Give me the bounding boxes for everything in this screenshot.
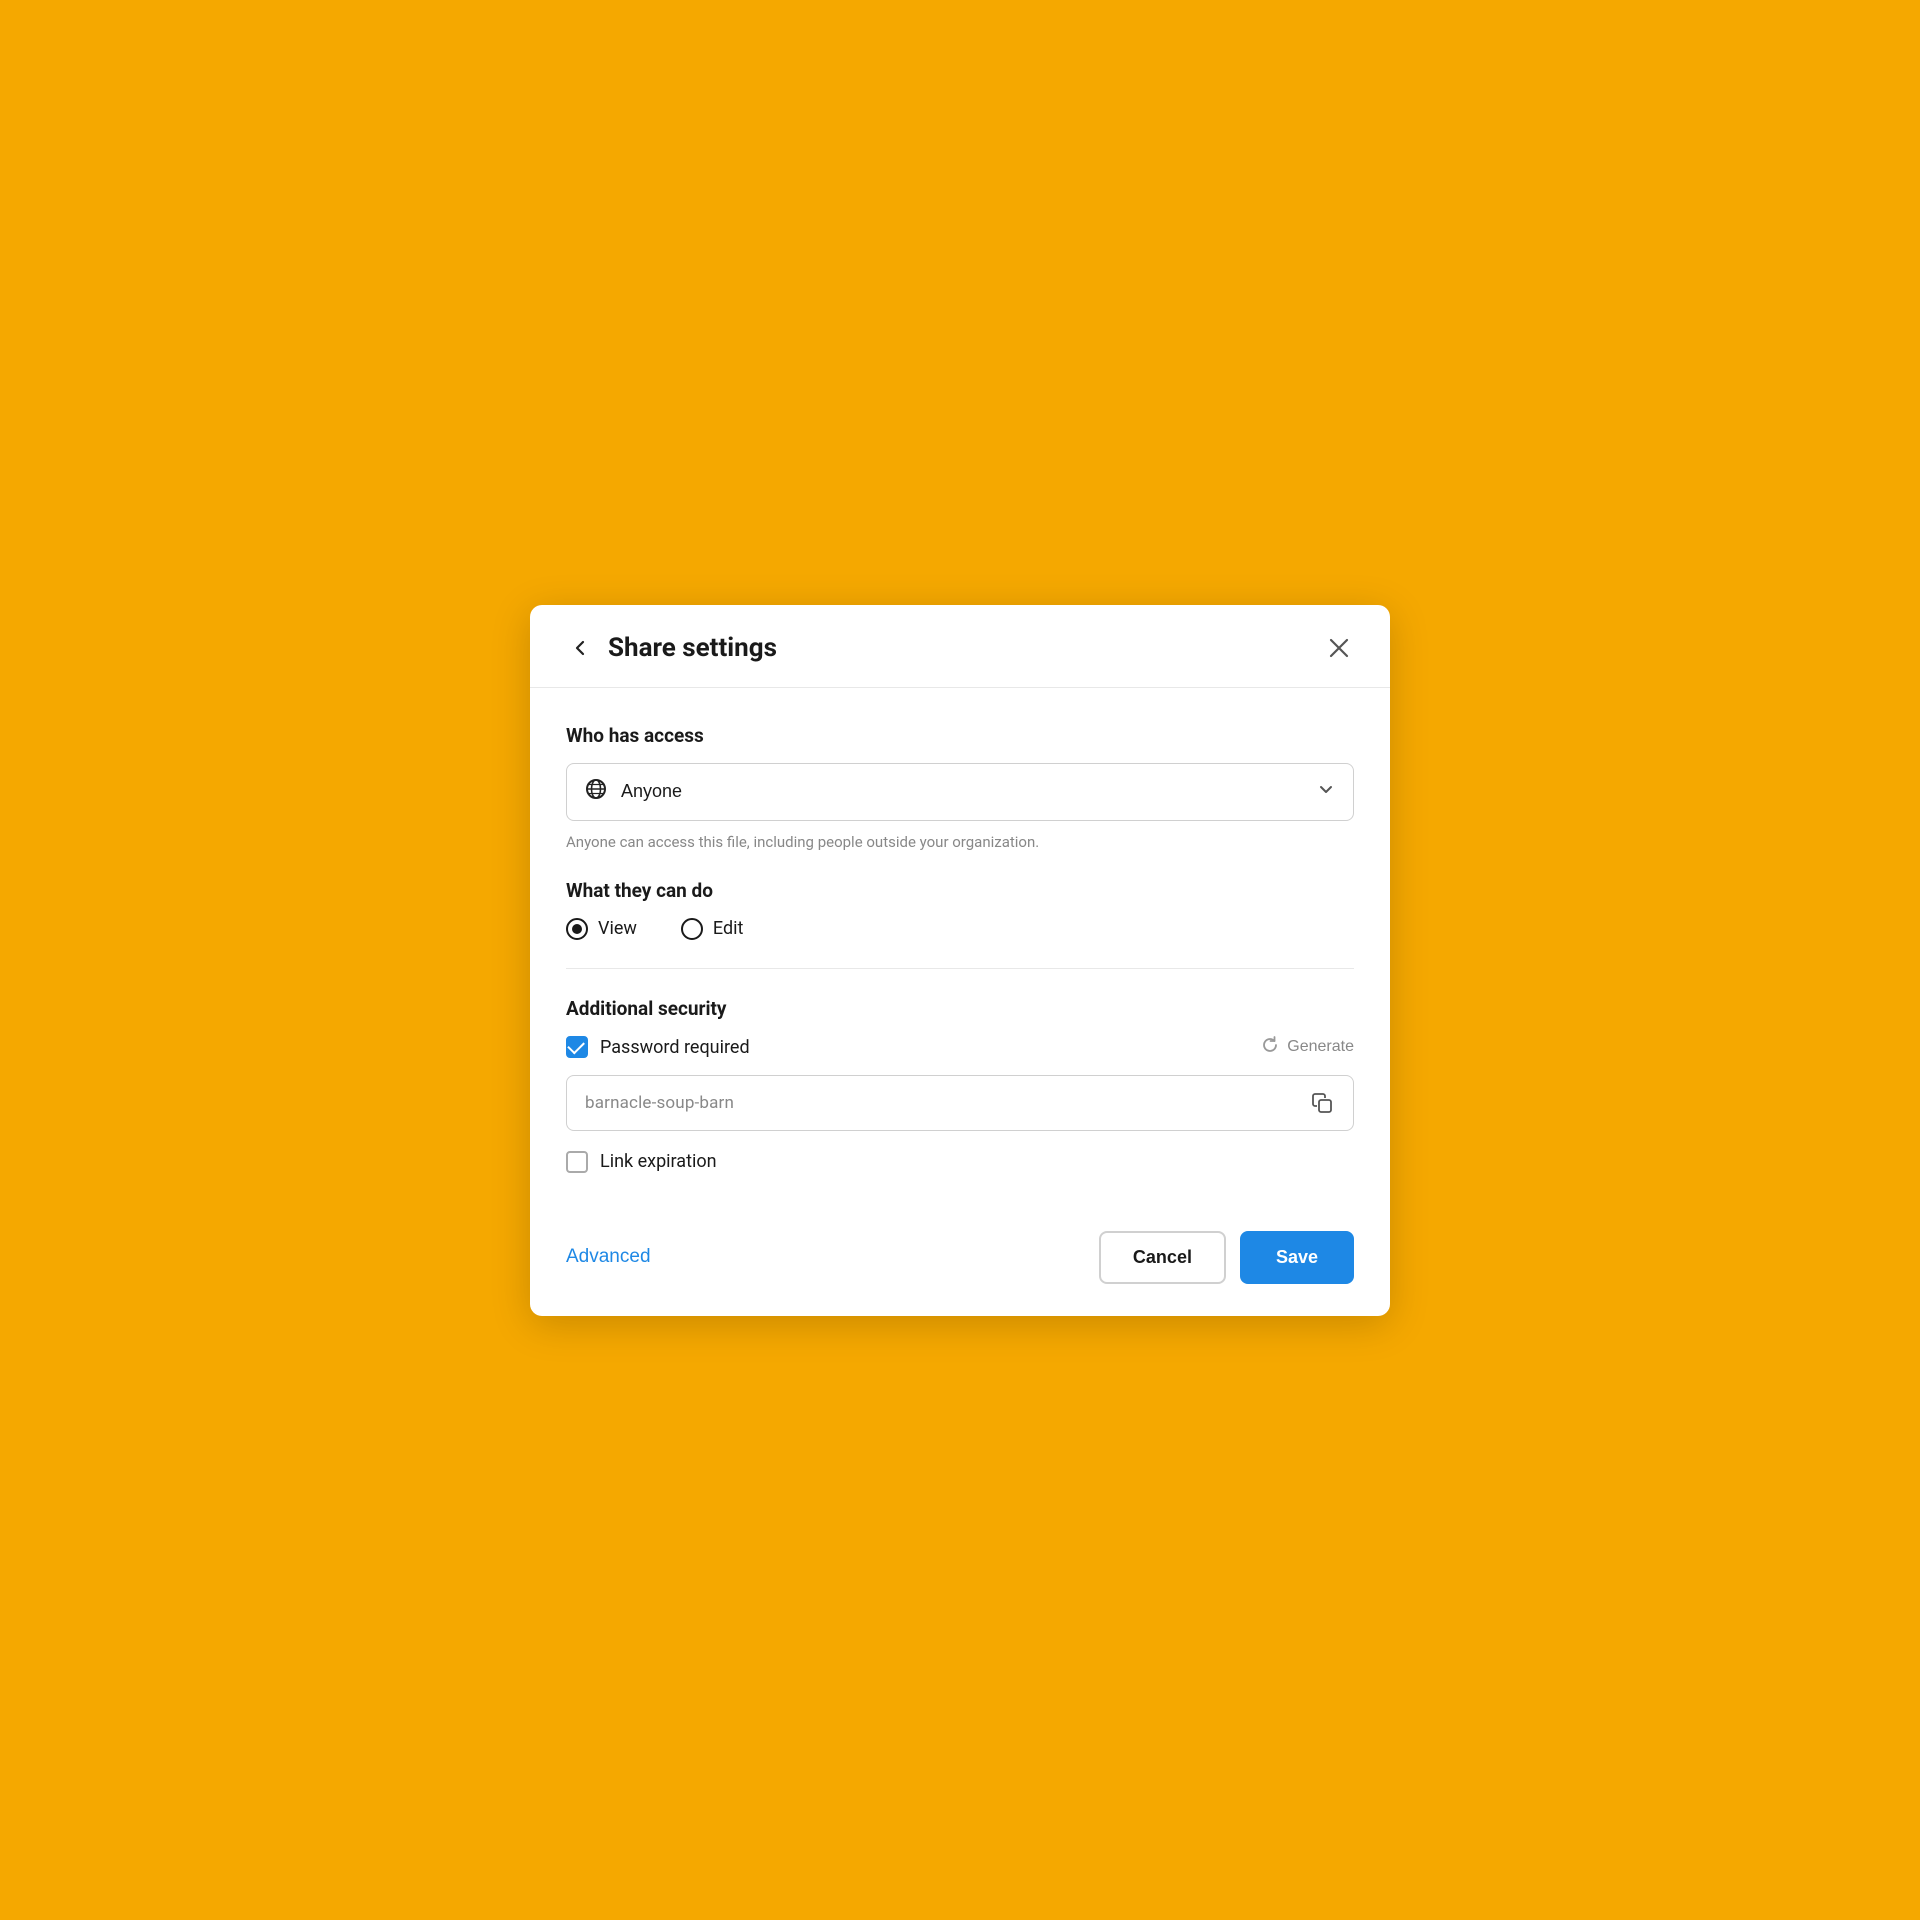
what-they-can-do-label: What they can do [566,879,1354,902]
chevron-down-icon [1317,780,1335,803]
close-button[interactable] [1324,633,1354,663]
password-input-container: barnacle-soup-barn [566,1075,1354,1131]
link-expiration-row: Link expiration [566,1151,1354,1173]
radio-option-edit[interactable]: Edit [681,918,743,940]
dialog-title: Share settings [608,633,777,663]
access-description: Anyone can access this file, including p… [566,833,1354,851]
radio-view-label: View [598,918,637,939]
dialog-footer: Advanced Cancel Save [530,1211,1390,1316]
advanced-link[interactable]: Advanced [566,1246,651,1268]
radio-option-view[interactable]: View [566,918,637,940]
what-they-can-do-section: What they can do View Edit [566,879,1354,940]
password-required-label-row: Password required Generate [600,1036,1354,1059]
additional-security-section: Additional security Password required Ge… [566,997,1354,1173]
permission-radio-group: View Edit [566,918,1354,940]
radio-edit-label: Edit [713,918,743,939]
footer-buttons: Cancel Save [1099,1231,1354,1284]
link-expiration-checkbox[interactable] [566,1151,588,1173]
radio-view-indicator [566,918,588,940]
refresh-icon [1261,1036,1279,1059]
password-required-label: Password required [600,1037,750,1058]
who-has-access-label: Who has access [566,724,1354,747]
header-left: Share settings [566,633,777,663]
generate-button[interactable]: Generate [1261,1036,1354,1059]
password-display: barnacle-soup-barn [585,1093,1309,1113]
share-settings-dialog: Share settings Who has access Anyone [530,605,1390,1316]
globe-icon [585,778,607,806]
password-required-row: Password required Generate [566,1036,1354,1059]
access-dropdown[interactable]: Anyone [566,763,1354,821]
back-button[interactable] [566,634,594,662]
section-divider [566,968,1354,969]
link-expiration-label: Link expiration [600,1151,717,1172]
radio-edit-indicator [681,918,703,940]
generate-label: Generate [1287,1038,1354,1056]
password-required-checkbox[interactable] [566,1036,588,1058]
dropdown-value: Anyone [621,781,1303,802]
additional-security-label: Additional security [566,997,1354,1020]
cancel-button[interactable]: Cancel [1099,1231,1226,1284]
copy-password-button[interactable] [1309,1090,1335,1116]
dialog-body: Who has access Anyone Anyone can access … [530,688,1390,1211]
dialog-header: Share settings [530,605,1390,688]
save-button[interactable]: Save [1240,1231,1354,1284]
